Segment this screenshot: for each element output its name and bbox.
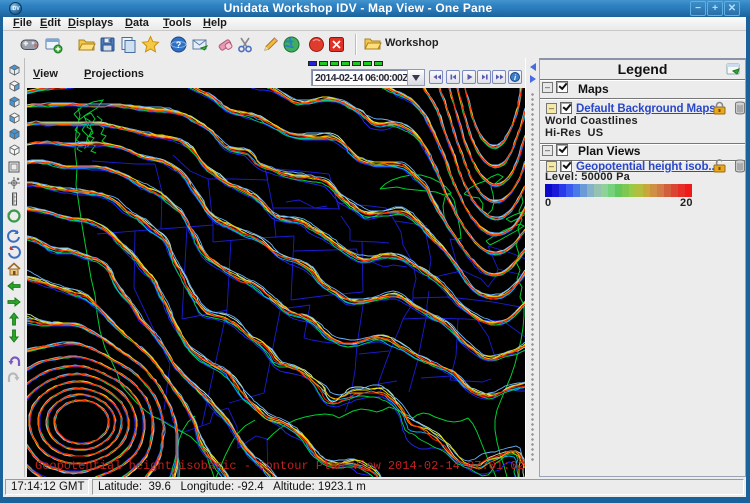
svg-text:?: ? (176, 40, 182, 50)
svg-text:Geopotential height isobaric -: Geopotential height isobaric - Contour P… (35, 459, 525, 473)
